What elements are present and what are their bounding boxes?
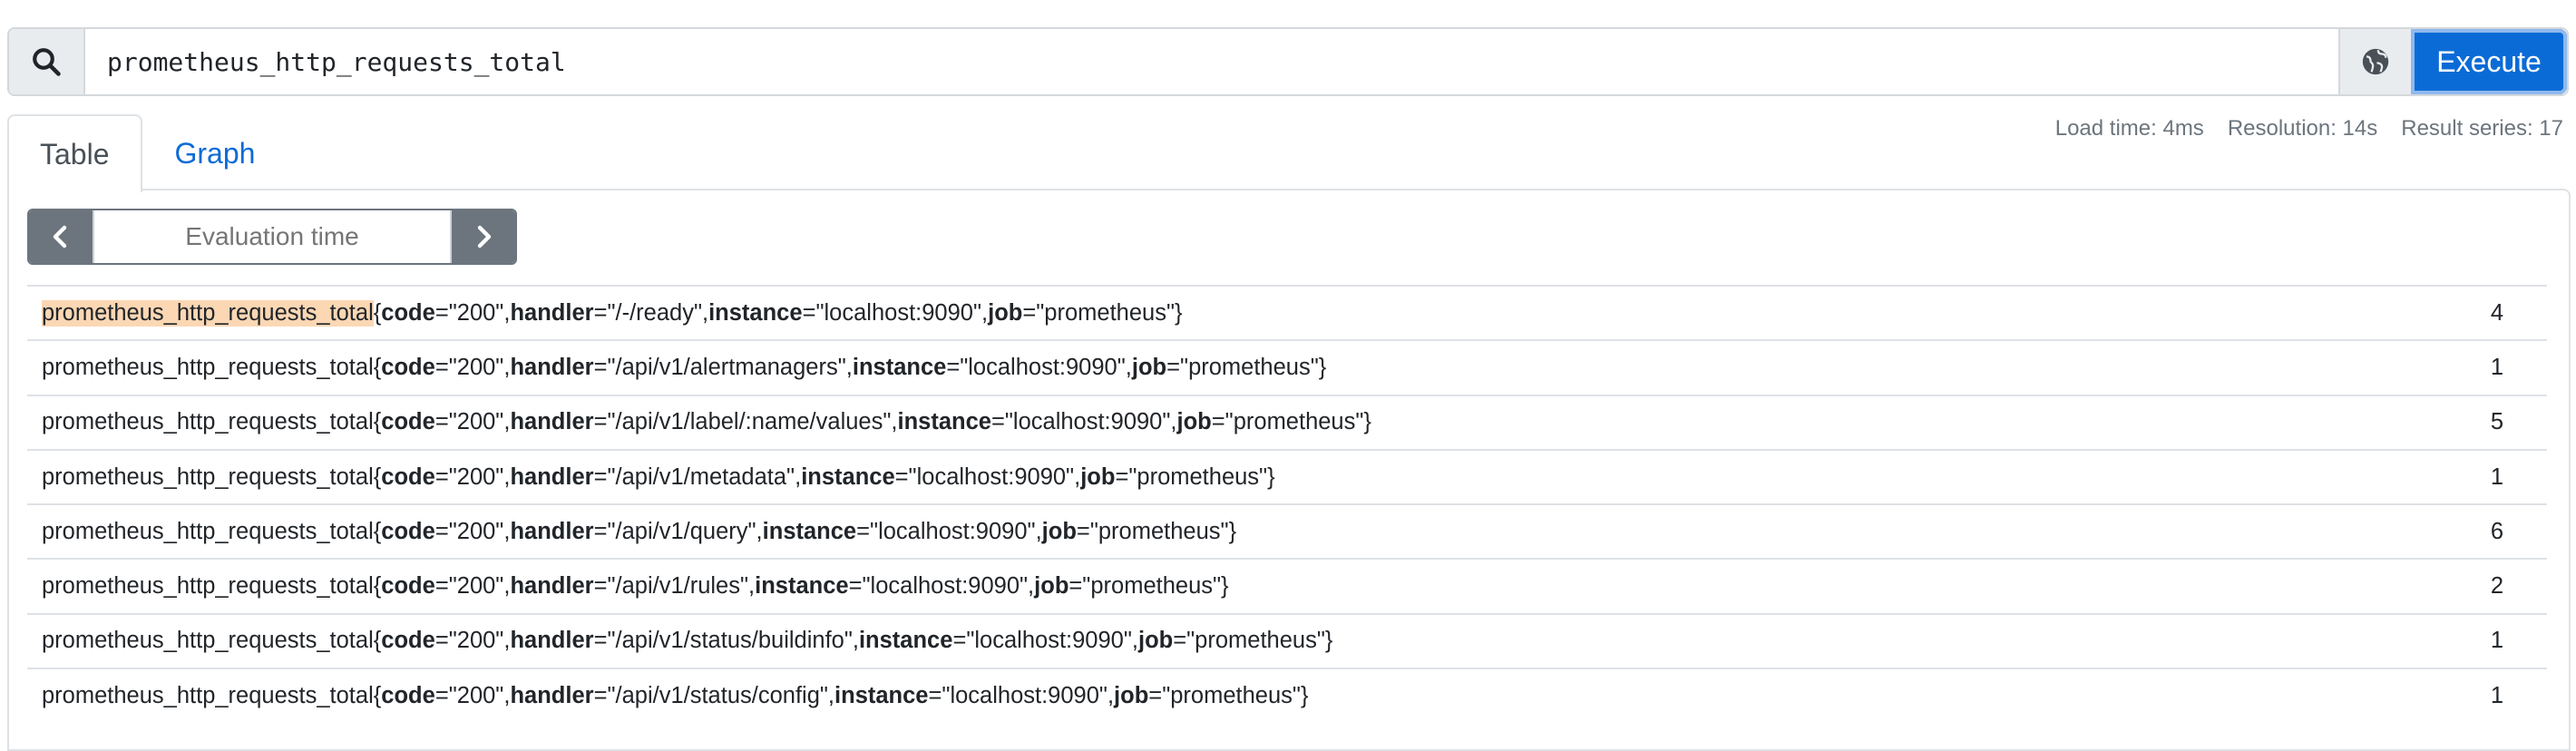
metric-name: prometheus_http_requests_total: [42, 299, 374, 327]
label-key: job: [1176, 409, 1212, 435]
label-key: instance: [755, 573, 849, 600]
table-row: prometheus_http_requests_total{code ="200…: [27, 612, 2547, 668]
label-key: instance: [708, 299, 803, 326]
series-value: 1: [2490, 682, 2503, 708]
resolution: Resolution: 14s: [2227, 116, 2378, 141]
label-key: instance: [834, 682, 929, 708]
label-key: instance: [858, 628, 953, 654]
query-stats: Load time: 4ms Resolution: 14s Result se…: [2055, 116, 2563, 141]
label-key: handler: [510, 518, 594, 544]
metric-name: prometheus_http_requests_total: [42, 573, 374, 600]
evaluation-time-picker: [27, 209, 517, 265]
series-value: 2: [2490, 573, 2503, 600]
table-row: prometheus_http_requests_total{code ="200…: [27, 285, 2547, 339]
series-value: 5: [2490, 409, 2503, 435]
label-key: code: [381, 573, 435, 600]
label-key: code: [381, 518, 435, 544]
label-key: handler: [510, 354, 594, 380]
label-key: job: [1080, 463, 1116, 490]
series-value: 1: [2490, 628, 2503, 654]
table-row: prometheus_http_requests_total{code ="200…: [27, 448, 2547, 503]
metric-name: prometheus_http_requests_total: [42, 409, 374, 435]
metric-name: prometheus_http_requests_total: [42, 354, 374, 380]
series-value: 1: [2490, 354, 2503, 380]
label-key: job: [1034, 573, 1069, 600]
view-tabs: Table Graph: [7, 114, 288, 192]
table-row: prometheus_http_requests_total{code ="200…: [27, 558, 2547, 612]
evaluation-time-input[interactable]: [93, 210, 452, 263]
chevron-left-icon: [53, 225, 67, 249]
series-value: 4: [2490, 299, 2503, 326]
label-key: code: [381, 628, 435, 654]
label-key: handler: [510, 628, 594, 654]
label-key: code: [381, 354, 435, 380]
metrics-explorer-globe-icon[interactable]: [2338, 29, 2411, 94]
label-key: handler: [510, 409, 594, 435]
label-key: instance: [762, 518, 857, 544]
label-key: handler: [510, 682, 594, 708]
label-key: instance: [897, 409, 991, 435]
series-value: 1: [2490, 463, 2503, 490]
load-time: Load time: 4ms: [2054, 116, 2204, 141]
label-key: handler: [510, 299, 594, 326]
tab-graph[interactable]: Graph: [142, 114, 288, 190]
query-input[interactable]: [85, 29, 2338, 94]
tab-table[interactable]: Table: [7, 114, 142, 192]
label-key: job: [1114, 682, 1149, 708]
label-key: instance: [801, 463, 895, 490]
next-time-button[interactable]: [452, 210, 515, 263]
label-key: code: [381, 463, 435, 490]
table-row: prometheus_http_requests_total{code ="200…: [27, 668, 2547, 722]
results-table: prometheus_http_requests_total{code ="200…: [27, 285, 2547, 722]
table-row: prometheus_http_requests_total{code ="200…: [27, 503, 2547, 558]
chevron-right-icon: [477, 225, 492, 249]
table-row: prometheus_http_requests_total{code ="200…: [27, 394, 2547, 449]
label-key: handler: [510, 463, 594, 490]
series-value: 6: [2490, 518, 2503, 544]
label-key: instance: [852, 354, 947, 380]
label-key: code: [381, 682, 435, 708]
label-key: job: [1137, 628, 1174, 654]
label-key: job: [1131, 354, 1167, 380]
execute-button[interactable]: Execute: [2411, 29, 2567, 94]
query-bar: Execute: [7, 27, 2569, 96]
table-row: prometheus_http_requests_total{code ="200…: [27, 339, 2547, 394]
result-series: Result series: 17: [2401, 116, 2563, 141]
metric-name: prometheus_http_requests_total: [42, 682, 374, 708]
label-key: job: [1041, 518, 1077, 544]
metric-name: prometheus_http_requests_total: [42, 463, 374, 490]
metric-name: prometheus_http_requests_total: [42, 518, 374, 544]
metric-name: prometheus_http_requests_total: [42, 628, 374, 654]
label-key: handler: [510, 573, 594, 600]
label-key: code: [381, 409, 435, 435]
previous-time-button[interactable]: [29, 210, 93, 263]
label-key: code: [381, 299, 435, 326]
table-panel: prometheus_http_requests_total{code="200…: [7, 189, 2571, 751]
search-icon: [9, 29, 85, 94]
label-key: job: [988, 299, 1023, 326]
